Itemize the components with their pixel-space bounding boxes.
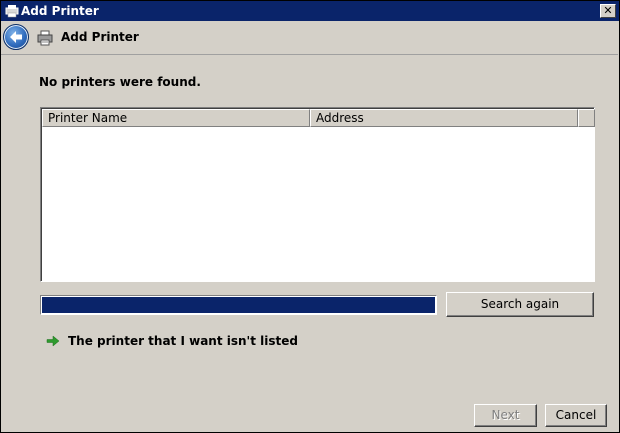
title-bar[interactable]: Add Printer ✕ bbox=[1, 1, 619, 21]
printer-wizard-icon bbox=[5, 5, 19, 18]
wizard-footer: Next Cancel bbox=[1, 394, 619, 432]
printer-icon bbox=[37, 30, 53, 46]
window-title: Add Printer bbox=[21, 4, 99, 18]
header-title: Add Printer bbox=[61, 30, 139, 44]
back-button[interactable] bbox=[3, 24, 29, 50]
wizard-content: No printers were found. Printer Name Add… bbox=[1, 54, 618, 395]
search-again-button[interactable]: Search again bbox=[446, 292, 594, 317]
list-header: Printer Name Address bbox=[42, 109, 595, 127]
next-button[interactable]: Next bbox=[474, 404, 537, 427]
printer-not-listed-label[interactable]: The printer that I want isn't listed bbox=[68, 333, 298, 349]
column-header-printer-name[interactable]: Printer Name bbox=[42, 109, 310, 127]
back-arrow-icon bbox=[10, 31, 22, 43]
printer-list[interactable]: Printer Name Address bbox=[40, 107, 595, 282]
search-progress-bar bbox=[40, 295, 437, 315]
column-header-filler bbox=[578, 109, 595, 127]
status-message: No printers were found. bbox=[39, 75, 201, 89]
column-header-address[interactable]: Address bbox=[310, 109, 578, 127]
add-printer-window: Add Printer ✕ Add Printer No printers we… bbox=[0, 0, 620, 433]
green-arrow-icon bbox=[46, 335, 60, 347]
progress-fill bbox=[42, 297, 435, 313]
close-button[interactable]: ✕ bbox=[600, 4, 616, 18]
cancel-button[interactable]: Cancel bbox=[545, 404, 607, 427]
wizard-header: Add Printer bbox=[1, 21, 619, 54]
